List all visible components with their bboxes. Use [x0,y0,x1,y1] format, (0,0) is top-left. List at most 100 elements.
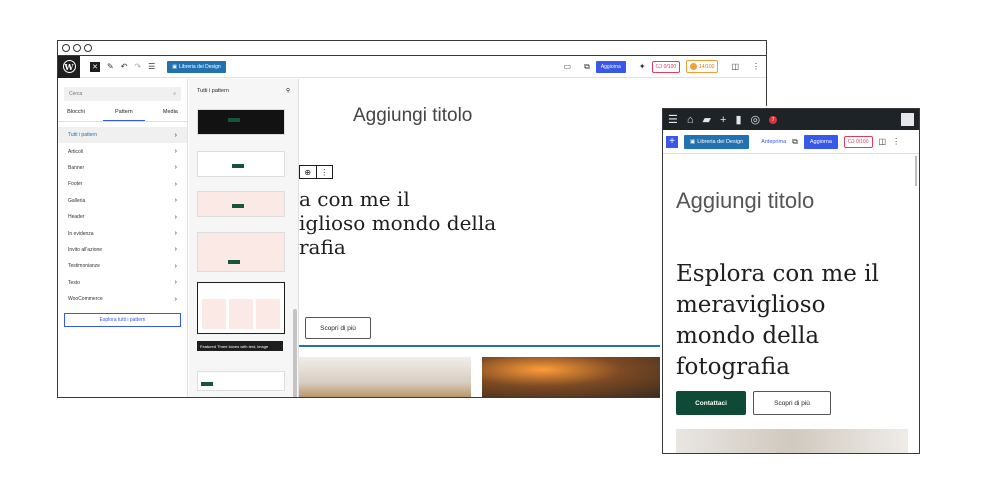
category-item-testimonials[interactable]: Testimonianze › [58,258,187,274]
category-item-gallery[interactable]: Galleria › [58,193,187,209]
chevron-right-icon: › [174,180,177,188]
notification-badge[interactable]: 7 [769,115,778,124]
search-input[interactable]: Cerca ⌕ [64,87,181,101]
pattern-tooltip: Featured Three boxes with text, image [197,341,283,351]
category-label: Invito all'azione [68,246,103,253]
library-icon: ▣ [172,63,178,70]
pen-icon[interactable]: ✎ [107,62,114,71]
external-link-icon[interactable]: ⧉ [792,137,798,147]
add-block-button[interactable]: + [666,135,678,148]
chevron-right-icon: › [174,230,177,238]
category-label: WooCommerce [68,296,103,303]
readability-score: 14/100 [699,63,715,70]
design-library-button[interactable]: ▣ Libreria dei Design [684,134,750,149]
chevron-right-icon: › [174,295,177,303]
design-library-button[interactable]: ▣ Libreria dei Design [167,60,226,73]
category-item-all[interactable]: Tutti i pattern › [58,127,187,144]
chevron-right-icon: › [174,279,177,287]
window-minimize-dot[interactable] [73,44,81,52]
preview-button [228,118,240,122]
chevron-right-icon: › [174,262,177,270]
list-view-icon[interactable]: ☰ [148,62,155,71]
window-maximize-dot[interactable] [84,44,92,52]
chevron-right-icon: › [174,164,177,172]
preview-button [232,164,244,168]
category-item-featured[interactable]: In evidenza › [58,225,187,241]
post-title[interactable]: Aggiungi titolo [676,188,814,214]
explore-all-patterns-button[interactable]: Esplora tutti i pattern [64,313,181,328]
category-label: In evidenza [68,230,94,237]
home-icon[interactable]: ⌂ [687,114,694,126]
photo-tripod-image[interactable] [299,357,471,397]
sparkle-icon[interactable]: ✦ [639,62,646,71]
mobile-editor-window: ☰ ⌂ ▰ + ▮ ◎ 7 + ▣ Libreria dei Design An… [662,108,920,454]
readability-score-badge[interactable]: 14/100 [686,60,719,73]
mobile-scrollbar[interactable] [915,156,917,186]
pattern-preview-card[interactable] [197,109,285,135]
seo-score-badge[interactable]: Ѡ 0/100 [843,135,873,148]
seo-icon: Ѡ [847,138,855,145]
block-toolbar: ⊕ ⋮ [299,165,333,179]
search-placeholder: Cerca [69,91,83,97]
desktop-icon[interactable]: ▭ [564,62,572,71]
chevron-right-icon: › [174,131,177,139]
seo-score-badge[interactable]: Ѡ 0/100 [651,60,681,73]
update-button[interactable]: Aggiorna [595,60,626,73]
preview-box [256,299,280,329]
category-item-text[interactable]: Testo › [58,275,187,291]
external-link-icon[interactable]: ⧉ [584,62,590,72]
tab-patterns[interactable]: Pattern [102,106,145,121]
pattern-panel-scrollbar[interactable] [293,309,297,397]
stats-icon[interactable]: ▮ [735,113,741,126]
learn-more-button[interactable]: Scopri di più [753,391,831,415]
desktop-editor-window: W ✕ ✎ ↶ ↷ ☰ ▣ Libreria dei Design ▭ ⧉ Ag… [57,40,767,398]
preview-link[interactable]: Anteprima [761,139,786,145]
pattern-preview-card[interactable] [197,191,285,217]
contact-button[interactable]: Contattaci [676,391,746,415]
window-close-dot[interactable] [62,44,70,52]
design-library-label: Libreria dei Design [697,138,744,145]
close-icon[interactable]: ✕ [90,61,100,72]
category-item-footer[interactable]: Footer › [58,176,187,192]
filter-icon[interactable]: ⚲ [286,88,290,94]
comment-icon[interactable]: ▰ [703,113,711,126]
pattern-preview-card[interactable] [197,232,285,272]
chevron-right-icon: › [174,148,177,156]
more-vertical-icon[interactable]: ⋮ [315,166,333,178]
seo-icon[interactable]: ◎ [751,113,761,126]
plus-icon[interactable]: + [720,114,726,126]
more-vertical-icon[interactable]: ⋮ [752,62,760,71]
pattern-preview-card[interactable] [197,371,285,391]
align-icon[interactable]: ⊕ [300,166,316,178]
sidebar-toggle-icon[interactable]: ◫ [731,62,739,71]
post-title[interactable]: Aggiungi titolo [353,105,472,127]
seo-score: 0/100 [663,63,677,70]
category-item-banner[interactable]: Banner › [58,160,187,176]
update-button[interactable]: Aggiorna [803,134,838,149]
category-label: Banner [68,164,85,171]
category-label: Galleria [68,197,86,204]
wordpress-logo-icon[interactable]: W [58,55,80,78]
redo-icon[interactable]: ↷ [134,62,141,71]
heading-block[interactable]: a con me il iglioso mondo della rafia [299,187,529,267]
category-item-header[interactable]: Header › [58,209,187,225]
avatar-icon[interactable] [901,113,914,126]
tab-blocks[interactable]: Blocchi [67,106,85,121]
heading-text[interactable]: Esplora con me il meraviglioso mondo del… [676,259,906,383]
pattern-preview-card-selected[interactable] [197,282,285,334]
menu-icon[interactable]: ☰ [668,113,678,126]
photo-silhouette-image[interactable] [482,357,682,397]
learn-more-button[interactable]: Scopri di più [305,317,371,339]
category-label: Testo [68,279,80,286]
category-item-woocommerce[interactable]: WooCommerce › [58,291,187,307]
chevron-right-icon: › [174,197,177,205]
pattern-preview-card[interactable] [197,151,285,177]
category-item-articles[interactable]: Articoli › [58,143,187,159]
chevron-right-icon: › [174,246,177,254]
category-item-call-to-action[interactable]: Invito all'azione › [58,242,187,258]
tab-media[interactable]: Media [163,106,178,121]
sidebar-toggle-icon[interactable]: ◫ [879,137,887,146]
photo-tripod-image[interactable] [676,429,908,453]
more-vertical-icon[interactable]: ⋮ [892,137,900,146]
undo-icon[interactable]: ↶ [121,62,128,71]
